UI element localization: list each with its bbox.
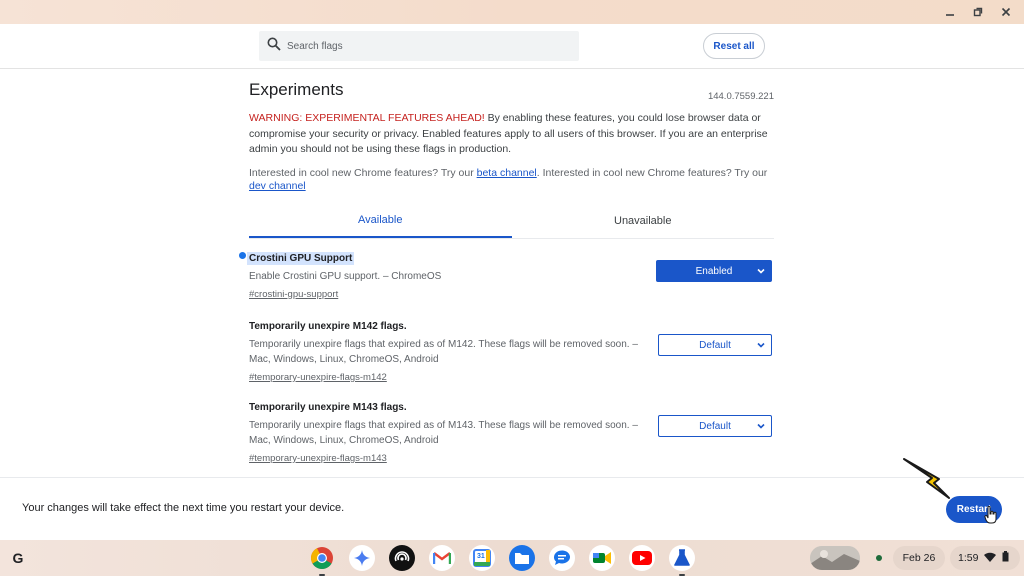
flag-state-value: Default — [699, 339, 731, 351]
flag-description: Temporarily unexpire flags that expired … — [249, 339, 638, 365]
hand-cursor-icon — [984, 505, 998, 529]
page-title: Experiments — [249, 80, 344, 99]
calendar-day: 31 — [477, 553, 485, 560]
podcast-icon[interactable] — [389, 545, 415, 571]
flag-state-value: Default — [699, 420, 731, 432]
channel-promo: Interested in cool new Chrome features? … — [249, 167, 774, 193]
flag-description: Temporarily unexpire flags that expired … — [249, 420, 638, 446]
chevron-down-icon — [756, 340, 766, 353]
flag-title: Crostini GPU Support — [247, 252, 355, 265]
interest-text-2: . Interested in cool new Chrome features… — [536, 167, 768, 179]
files-icon[interactable] — [509, 545, 535, 571]
battery-icon — [1002, 551, 1009, 565]
flag-state-value: Enabled — [695, 265, 733, 277]
date-tray[interactable]: Feb 26 — [893, 546, 945, 570]
flag-state-select[interactable]: Enabled — [656, 260, 772, 282]
search-box[interactable] — [259, 31, 579, 61]
flags-header: Reset all — [0, 24, 1024, 69]
chevron-down-icon — [756, 266, 766, 279]
tab-unavailable[interactable]: Unavailable — [512, 204, 775, 238]
warning-text: WARNING: EXPERIMENTAL FEATURES AHEAD! By… — [249, 111, 774, 158]
flag-title: Temporarily unexpire M142 flags. — [249, 321, 407, 332]
youtube-icon[interactable] — [629, 545, 655, 571]
flag-title: Temporarily unexpire M143 flags. — [249, 402, 407, 413]
reset-all-button[interactable]: Reset all — [703, 33, 765, 59]
window-frame — [0, 0, 1024, 24]
flag-item: Temporarily unexpire M143 flags. Tempora… — [249, 397, 774, 466]
flag-state-select[interactable]: Default — [658, 334, 772, 356]
chrome-beta-icon[interactable] — [669, 545, 695, 576]
warning-prefix: WARNING: EXPERIMENTAL FEATURES AHEAD! — [249, 112, 485, 124]
dev-channel-link[interactable]: dev channel — [249, 180, 306, 192]
meet-icon[interactable] — [589, 545, 615, 571]
shelf: G 31 Feb 26 1:59 — [0, 540, 1024, 576]
modified-indicator-dot — [239, 252, 246, 259]
interest-text-1: Interested in cool new Chrome features? … — [249, 167, 477, 179]
pinned-apps: 31 — [309, 545, 695, 576]
recording-dot-icon — [876, 555, 882, 561]
flag-state-select[interactable]: Default — [658, 415, 772, 437]
time-label: 1:59 — [958, 552, 979, 564]
gmail-icon[interactable] — [429, 545, 455, 571]
search-input[interactable] — [287, 40, 567, 52]
experiments-content[interactable]: Experiments 144.0.7559.221 WARNING: EXPE… — [0, 69, 1024, 477]
search-icon — [267, 37, 281, 56]
calendar-icon[interactable]: 31 — [469, 545, 495, 571]
restore-icon[interactable] — [970, 4, 986, 20]
flag-permalink[interactable]: #crostini-gpu-support — [249, 289, 338, 300]
restart-bar: Your changes will take effect the next t… — [0, 477, 1024, 540]
version-label: 144.0.7559.221 — [707, 91, 774, 102]
chevron-down-icon — [756, 421, 766, 434]
flag-permalink[interactable]: #temporary-unexpire-flags-m143 — [249, 453, 387, 464]
flag-permalink[interactable]: #temporary-unexpire-flags-m142 — [249, 372, 387, 383]
messages-icon[interactable] — [549, 545, 575, 571]
window-controls — [942, 4, 1014, 20]
beta-channel-link[interactable]: beta channel — [477, 167, 537, 179]
flag-item: Temporarily unexpire M142 flags. Tempora… — [249, 316, 774, 385]
close-icon[interactable] — [998, 4, 1014, 20]
tab-bar: Available Unavailable — [249, 204, 774, 239]
restart-message: Your changes will take effect the next t… — [22, 502, 345, 514]
gemini-icon[interactable] — [349, 545, 375, 571]
wifi-icon — [984, 552, 997, 565]
status-area[interactable]: 1:59 — [950, 546, 1020, 570]
tab-available[interactable]: Available — [249, 204, 512, 238]
minimize-icon[interactable] — [942, 4, 958, 20]
flag-item: Crostini GPU Support Enable Crostini GPU… — [239, 248, 774, 302]
chrome-icon[interactable] — [309, 545, 335, 576]
annotation-arrow-icon — [902, 456, 954, 507]
holding-space-thumbnail[interactable] — [810, 546, 860, 570]
launcher-button[interactable]: G — [6, 546, 30, 570]
flag-description: Enable Crostini GPU support. – ChromeOS — [249, 271, 442, 282]
